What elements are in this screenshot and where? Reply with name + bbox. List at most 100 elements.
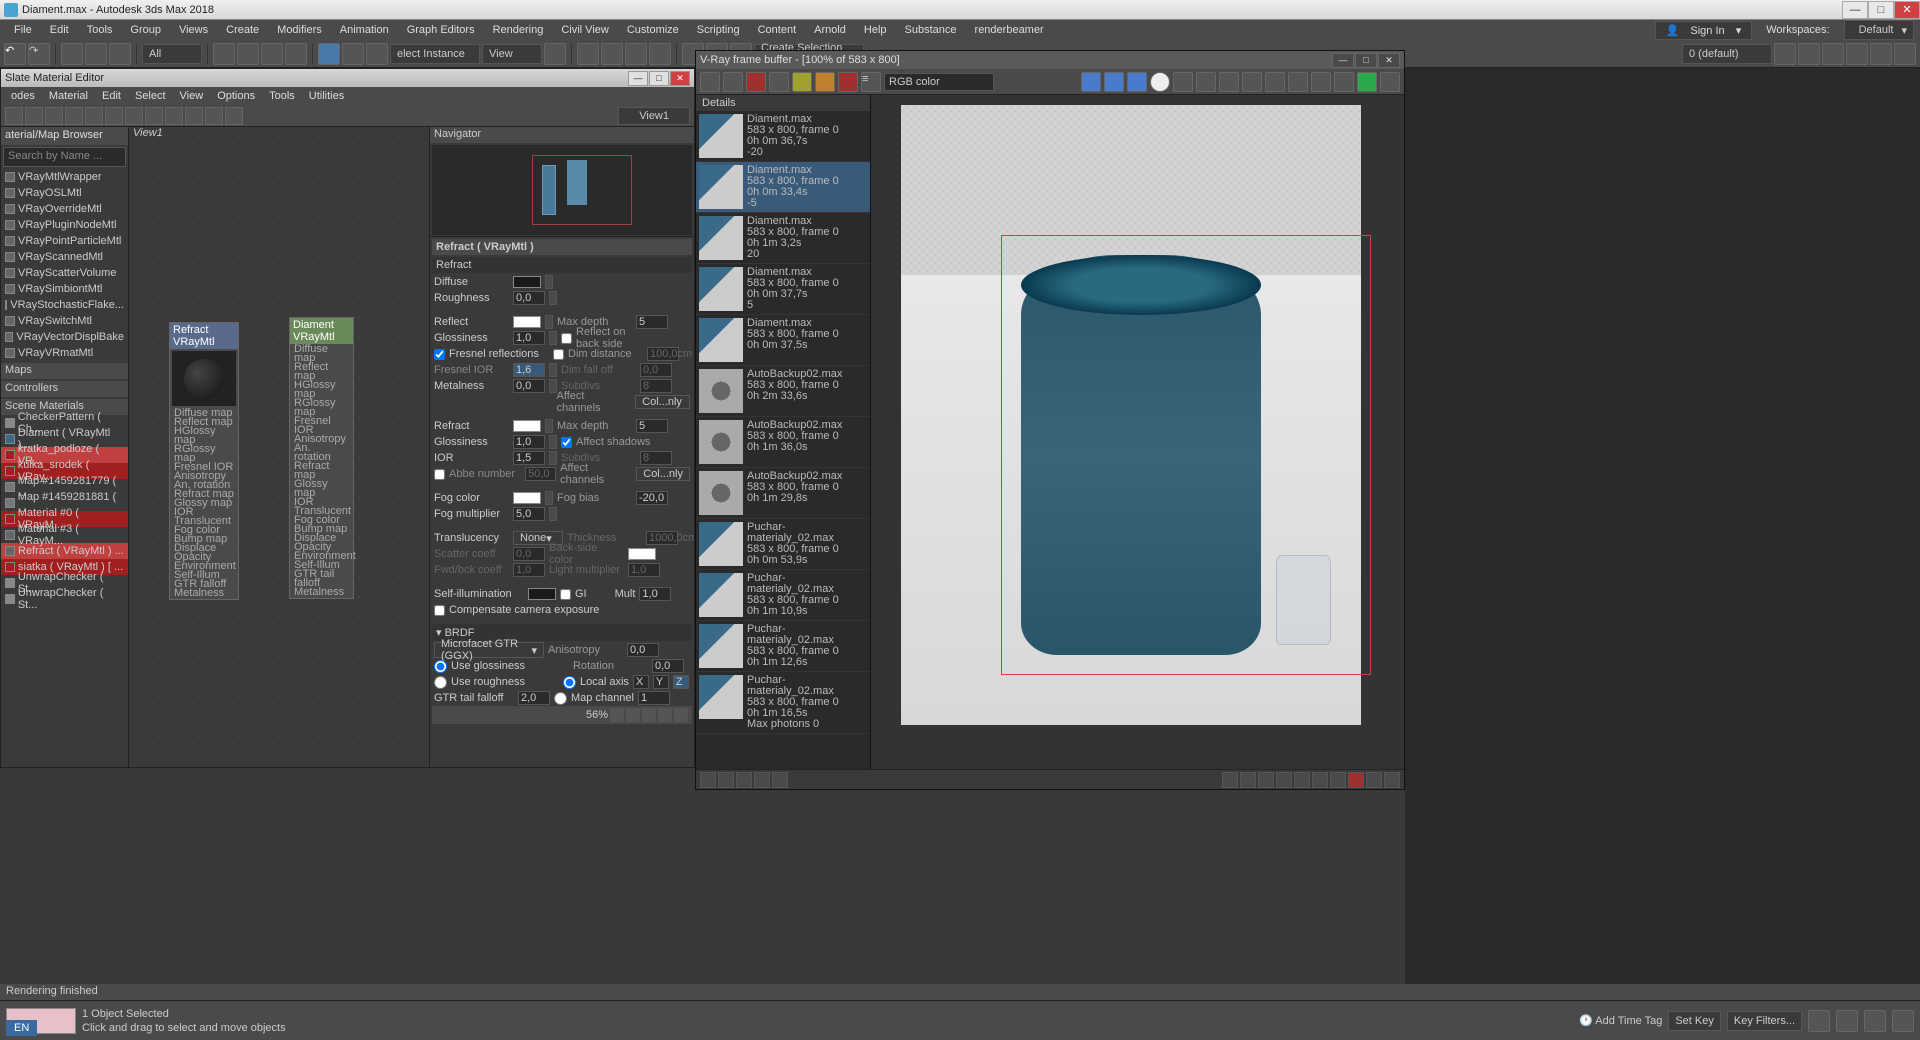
scale-button[interactable]	[366, 43, 388, 65]
menu-create[interactable]: Create	[218, 22, 267, 38]
sme-tool-6[interactable]	[105, 107, 123, 125]
vfb-stat-12[interactable]	[1330, 772, 1346, 788]
material-item[interactable]: VRayPointParticleMtl	[1, 233, 128, 249]
layer-button[interactable]	[1774, 43, 1796, 65]
sme-menu-tools[interactable]: Tools	[263, 89, 301, 103]
close-button[interactable]: ✕	[1894, 1, 1920, 19]
sme-menu-view[interactable]: View	[174, 89, 210, 103]
vfb-stat-11[interactable]	[1312, 772, 1328, 788]
use-roughness-radio[interactable]	[434, 676, 447, 689]
vfb-stat-2[interactable]	[718, 772, 734, 788]
reflect-swatch[interactable]	[513, 316, 541, 328]
node-canvas[interactable]: View1 Refract VRayMtl Diffuse mapReflect…	[129, 127, 429, 767]
material-item[interactable]: VRayScannedMtl	[1, 249, 128, 265]
signin-dropdown[interactable]: 👤 Sign In ▾	[1655, 21, 1753, 40]
fogmult-spinner[interactable]: 5,0	[513, 507, 545, 521]
vfb-stat-14[interactable]	[1384, 772, 1400, 788]
vfb-rgb-button[interactable]	[792, 72, 812, 92]
menu-animation[interactable]: Animation	[332, 22, 397, 38]
node-diament[interactable]: Diament VRayMtl Diffuse mapReflect mapHG…	[289, 317, 354, 599]
menu-renderbeamer[interactable]: renderbeamer	[967, 22, 1052, 38]
sme-close[interactable]: ✕	[670, 71, 690, 86]
vfb-render-button[interactable]	[1357, 72, 1377, 92]
spinner-snap-button[interactable]	[649, 43, 671, 65]
sme-tool-11[interactable]	[205, 107, 223, 125]
vfb-tool-3[interactable]	[1219, 72, 1239, 92]
selection-filter[interactable]: All	[142, 44, 202, 64]
vfb-maximize[interactable]: □	[1355, 53, 1377, 68]
history-item[interactable]: Diament.max583 x 800, frame 00h 0m 37,7s…	[696, 264, 870, 315]
vfb-stat-13[interactable]	[1366, 772, 1382, 788]
key-filters-button[interactable]: Key Filters...	[1727, 1011, 1802, 1031]
sme-tool-3[interactable]	[45, 107, 63, 125]
menu-grapheditors[interactable]: Graph Editors	[399, 22, 483, 38]
affect-channels-dd[interactable]: Col...nly	[635, 395, 690, 409]
vfb-tool-7[interactable]	[1311, 72, 1331, 92]
material-item[interactable]: VRayPluginNodeMtl	[1, 217, 128, 233]
sme-menu-options[interactable]: Options	[211, 89, 261, 103]
curve-editor-button[interactable]	[1798, 43, 1820, 65]
vfb-tool-4[interactable]	[1242, 72, 1262, 92]
fresnel-check[interactable]	[434, 349, 445, 360]
vfb-a-button[interactable]	[1150, 72, 1170, 92]
sme-tool-2[interactable]	[25, 107, 43, 125]
main-viewport[interactable]	[1405, 68, 1920, 1000]
schematic-button[interactable]	[1822, 43, 1844, 65]
history-item[interactable]: Diament.max583 x 800, frame 00h 0m 37,5s	[696, 315, 870, 366]
redo-button[interactable]: ↷	[28, 43, 50, 65]
menu-scripting[interactable]: Scripting	[689, 22, 748, 38]
affect-shadows-check[interactable]	[561, 437, 572, 448]
material-item[interactable]: VRayMtlWrapper	[1, 169, 128, 185]
dimdist-check[interactable]	[553, 349, 564, 360]
sme-menu-edit[interactable]: Edit	[96, 89, 127, 103]
scene-material-item[interactable]: UnwrapChecker ( St...	[1, 591, 128, 607]
vfb-close[interactable]: ✕	[1378, 53, 1400, 68]
roughness-spinner[interactable]: 0,0	[513, 291, 545, 305]
history-item[interactable]: Diament.max583 x 800, frame 00h 0m 36,7s…	[696, 111, 870, 162]
zoom-tool-3[interactable]	[642, 708, 656, 722]
vfb-clone-button[interactable]	[769, 72, 789, 92]
window-crossing-button[interactable]	[285, 43, 307, 65]
rollout-refract[interactable]: Refract	[432, 257, 692, 273]
fresnelior-spinner[interactable]: 1,6	[513, 363, 545, 377]
percent-snap-button[interactable]	[625, 43, 647, 65]
sme-minimize[interactable]: —	[628, 71, 648, 86]
brdf-type-dd[interactable]: Microfacet GTR (GGX) ▾	[434, 642, 544, 658]
material-item[interactable]: VRaySwitchMtl	[1, 313, 128, 329]
sme-menu-modes[interactable]: odes	[5, 89, 41, 103]
vfb-tool-6[interactable]	[1288, 72, 1308, 92]
menu-arnold[interactable]: Arnold	[806, 22, 854, 38]
nav-tool-4[interactable]	[1892, 1010, 1914, 1032]
nav-tool-3[interactable]	[1864, 1010, 1886, 1032]
rect-select-button[interactable]	[261, 43, 283, 65]
selfillum-swatch[interactable]	[528, 588, 556, 600]
sme-menu-utilities[interactable]: Utilities	[303, 89, 350, 103]
vfb-stat-6[interactable]	[1222, 772, 1238, 788]
metalness-spinner[interactable]: 0,0	[513, 379, 545, 393]
add-time-tag[interactable]: 🕐 Add Time Tag	[1579, 1014, 1662, 1027]
navigator-view[interactable]	[432, 145, 692, 235]
sme-view-tab[interactable]: View1	[618, 107, 690, 125]
vfb-mono-button[interactable]	[838, 72, 858, 92]
vfb-load-button[interactable]	[723, 72, 743, 92]
vfb-stat-3[interactable]	[736, 772, 752, 788]
undo-button[interactable]: ↶	[4, 43, 26, 65]
material-item[interactable]: VRayStochasticFlake...	[1, 297, 128, 313]
snap-button[interactable]	[577, 43, 599, 65]
zoom-tool-2[interactable]	[626, 708, 640, 722]
view-dropdown[interactable]: View	[482, 44, 542, 64]
workspaces-dropdown[interactable]: Default ▾	[1844, 20, 1914, 40]
history-item[interactable]: AutoBackup02.max583 x 800, frame 00h 1m …	[696, 417, 870, 468]
nav-tool-2[interactable]	[1836, 1010, 1858, 1032]
backside-check[interactable]	[561, 333, 572, 344]
material-item[interactable]: VRayVRmatMtl	[1, 345, 128, 361]
sme-tool-12[interactable]	[225, 107, 243, 125]
vfb-stat-4[interactable]	[754, 772, 770, 788]
vfb-tool-5[interactable]	[1265, 72, 1285, 92]
vfb-r-button[interactable]	[1081, 72, 1101, 92]
glossiness-spinner[interactable]: 1,0	[513, 331, 545, 345]
sme-maximize[interactable]: □	[649, 71, 669, 86]
vfb-b-button[interactable]	[1127, 72, 1147, 92]
material-item[interactable]: VRayOverrideMtl	[1, 201, 128, 217]
compensate-check[interactable]	[434, 605, 445, 616]
